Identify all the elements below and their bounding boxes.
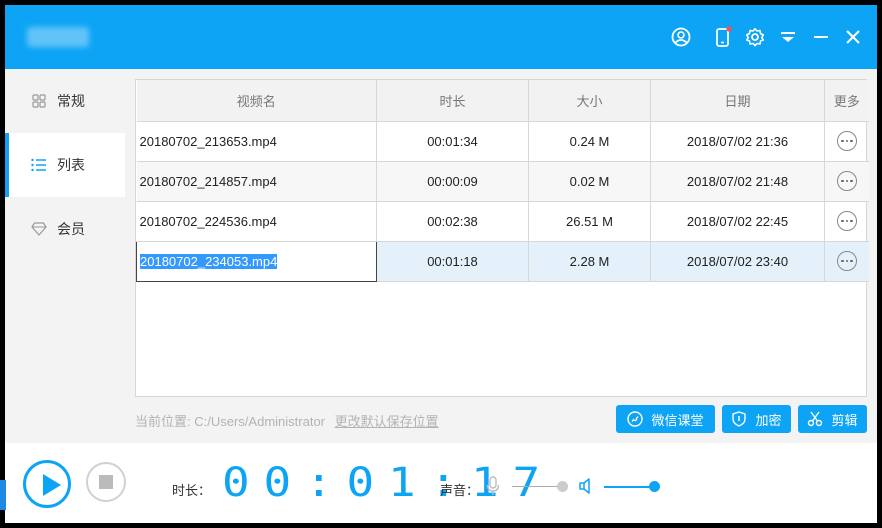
file-duration: 00:01:18	[376, 241, 529, 282]
file-size: 26.51 M	[528, 201, 651, 242]
file-size: 0.02 M	[528, 161, 651, 202]
user-icon[interactable]	[669, 25, 693, 49]
file-size: 2.28 M	[528, 241, 651, 282]
stop-icon[interactable]	[86, 462, 126, 502]
sidebar-item-list[interactable]: 列表	[5, 133, 125, 197]
scissors-icon	[807, 411, 823, 427]
file-name: 20180702_213653.mp4	[136, 121, 377, 162]
grid-icon	[31, 93, 47, 109]
more-options-icon[interactable]	[836, 171, 857, 191]
file-date: 2018/07/02 21:36	[650, 121, 825, 162]
player-bar: 时长： 00:01:17 声音：	[5, 443, 877, 523]
file-name-selected-text: 20180702_234053.mp4	[140, 253, 278, 269]
speaker-icon[interactable]	[578, 478, 596, 497]
column-header-name[interactable]: 视频名	[136, 80, 377, 122]
sidebar-item-general[interactable]: 常规	[5, 69, 125, 133]
close-icon[interactable]	[841, 25, 865, 49]
list-icon	[31, 157, 47, 173]
dropdown-icon[interactable]	[776, 25, 800, 49]
wechat-class-button[interactable]: 微信课堂	[616, 405, 715, 433]
edit-clip-button[interactable]: 剪辑	[798, 405, 867, 433]
sidebar-item-label: 列表	[57, 157, 85, 173]
speaker-volume-track[interactable]	[604, 486, 654, 488]
shield-icon	[731, 411, 747, 427]
button-label: 微信课堂	[651, 412, 704, 428]
title-bar	[5, 5, 877, 69]
button-label: 剪辑	[831, 412, 858, 428]
location-label: 当前位置:	[135, 414, 191, 429]
save-location: 当前位置: C:/Users/Administrator 更改默认保存位置	[135, 411, 439, 430]
more-options-icon[interactable]	[836, 211, 857, 231]
file-name: 20180702_224536.mp4	[136, 201, 377, 242]
table-header: 视频名 时长 大小 日期 更多	[136, 80, 869, 122]
file-name-edit-field[interactable]: 20180702_234053.mp4	[136, 240, 377, 282]
microphone-icon[interactable]	[486, 476, 500, 499]
diamond-icon	[31, 221, 47, 237]
column-header-date[interactable]: 日期	[650, 80, 825, 122]
sidebar-item-label: 常规	[57, 93, 85, 109]
file-date: 2018/07/02 23:40	[650, 241, 825, 282]
microphone-volume-thumb[interactable]	[557, 481, 568, 492]
file-name: 20180702_214857.mp4	[136, 161, 377, 202]
column-header-more: 更多	[824, 80, 869, 122]
minimize-icon[interactable]	[809, 25, 833, 49]
table-row-selected[interactable]: 20180702_234053.mp4 00:01:18 2.28 M 2018…	[136, 240, 869, 282]
sidebar-item-label: 会员	[57, 221, 85, 237]
file-size: 0.24 M	[528, 121, 651, 162]
phone-icon[interactable]	[711, 25, 735, 49]
column-header-size[interactable]: 大小	[528, 80, 651, 122]
file-date: 2018/07/02 21:48	[650, 161, 825, 202]
duration-label: 时长：	[172, 483, 212, 498]
volume-label: 声音：	[440, 483, 480, 498]
more-options-icon[interactable]	[836, 131, 857, 151]
sidebar-item-member[interactable]: 会员	[5, 197, 125, 261]
table-row[interactable]: 20180702_214857.mp4 00:00:09 0.02 M 2018…	[136, 161, 869, 202]
file-date: 2018/07/02 22:45	[650, 201, 825, 242]
record-timer: 00:01:17	[222, 460, 554, 506]
sidebar: 常规 列表 会员	[5, 69, 125, 443]
file-duration: 00:00:09	[376, 161, 529, 202]
file-duration: 00:02:38	[376, 201, 529, 242]
table-row[interactable]: 20180702_224536.mp4 00:02:38 26.51 M 201…	[136, 201, 869, 242]
change-location-link[interactable]: 更改默认保存位置	[335, 414, 439, 429]
speaker-volume-thumb[interactable]	[649, 481, 660, 492]
desktop-edge	[0, 480, 6, 510]
location-path: C:/Users/Administrator	[194, 414, 325, 429]
button-label: 加密	[755, 412, 782, 428]
more-options-icon[interactable]	[836, 251, 857, 271]
settings-icon[interactable]	[743, 25, 767, 49]
play-icon[interactable]	[23, 460, 71, 508]
file-duration: 00:01:34	[376, 121, 529, 162]
encrypt-button[interactable]: 加密	[722, 405, 791, 433]
recordings-table: 视频名 时长 大小 日期 更多 20180702_213653.mp4 00:0…	[135, 79, 869, 397]
column-header-duration[interactable]: 时长	[376, 80, 529, 122]
table-row[interactable]: 20180702_213653.mp4 00:01:34 0.24 M 2018…	[136, 121, 869, 162]
wechat-icon	[627, 411, 644, 427]
app-title	[27, 27, 89, 47]
app-window: 常规 列表 会员 视频名 时长 大小 日期 更多 20180702_213653…	[5, 5, 877, 523]
